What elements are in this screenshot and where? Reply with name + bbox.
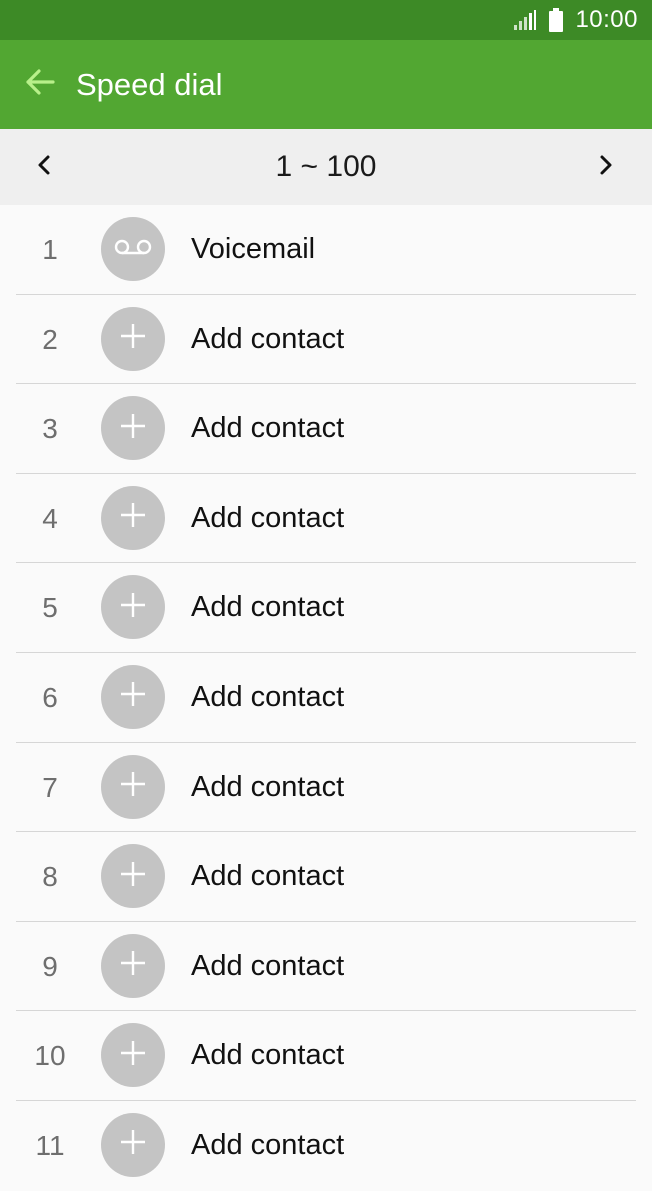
plus-icon bbox=[118, 859, 148, 894]
speed-dial-row-2[interactable]: 2 Add contact bbox=[0, 295, 652, 385]
range-label: 1 ~ 100 bbox=[275, 150, 377, 183]
previous-range-button[interactable] bbox=[24, 147, 64, 187]
plus-icon bbox=[118, 1127, 148, 1162]
range-navigator: 1 ~ 100 bbox=[0, 129, 652, 205]
status-indicators: 10:00 bbox=[513, 0, 638, 40]
speed-dial-row-10[interactable]: 10 Add contact bbox=[0, 1011, 652, 1101]
speed-dial-list: 1 Voicemail 2 Add contact 3 Add contact … bbox=[0, 205, 652, 1191]
status-time: 10:00 bbox=[575, 6, 638, 33]
voicemail-icon bbox=[113, 237, 153, 262]
speed-dial-number: 7 bbox=[42, 771, 58, 803]
plus-icon bbox=[118, 500, 148, 535]
speed-dial-label: Add contact bbox=[191, 322, 345, 355]
app-bar: Speed dial bbox=[0, 40, 652, 129]
status-bar: 10:00 bbox=[0, 0, 652, 40]
add-contact-avatar bbox=[101, 396, 165, 461]
speed-dial-number: 6 bbox=[42, 681, 58, 713]
speed-dial-label: Add contact bbox=[191, 770, 345, 803]
plus-icon bbox=[118, 590, 148, 625]
chevron-left-icon bbox=[36, 154, 52, 181]
add-contact-avatar bbox=[101, 306, 165, 371]
speed-dial-number: 1 bbox=[42, 234, 58, 265]
add-contact-avatar bbox=[101, 933, 165, 998]
speed-dial-row-1[interactable]: 1 Voicemail bbox=[0, 205, 652, 295]
add-contact-avatar bbox=[101, 1023, 165, 1088]
speed-dial-number: 4 bbox=[42, 502, 58, 534]
speed-dial-row-9[interactable]: 9 Add contact bbox=[0, 922, 652, 1012]
signal-icon bbox=[513, 9, 537, 31]
speed-dial-label: Add contact bbox=[191, 1039, 345, 1072]
speed-dial-number: 9 bbox=[42, 950, 58, 982]
speed-dial-row-6[interactable]: 6 Add contact bbox=[0, 653, 652, 743]
speed-dial-number: 5 bbox=[42, 592, 58, 624]
add-contact-avatar bbox=[101, 485, 165, 550]
speed-dial-label: Add contact bbox=[191, 1128, 345, 1161]
plus-icon bbox=[118, 411, 148, 446]
page-title: Speed dial bbox=[76, 66, 223, 102]
speed-dial-row-4[interactable]: 4 Add contact bbox=[0, 474, 652, 564]
speed-dial-number: 10 bbox=[34, 1040, 66, 1072]
speed-dial-label: Add contact bbox=[191, 501, 345, 534]
speed-dial-number: 2 bbox=[42, 323, 58, 355]
speed-dial-row-5[interactable]: 5 Add contact bbox=[0, 563, 652, 653]
add-contact-avatar bbox=[101, 844, 165, 909]
speed-dial-number: 3 bbox=[42, 413, 58, 445]
add-contact-avatar bbox=[101, 575, 165, 640]
add-contact-avatar bbox=[101, 1112, 165, 1177]
plus-icon bbox=[118, 1038, 148, 1073]
speed-dial-label: Voicemail bbox=[191, 233, 316, 265]
speed-dial-row-8[interactable]: 8 Add contact bbox=[0, 832, 652, 922]
speed-dial-label: Add contact bbox=[191, 412, 345, 445]
speed-dial-label: Add contact bbox=[191, 949, 345, 982]
battery-icon bbox=[549, 8, 564, 32]
voicemail-avatar bbox=[101, 217, 165, 281]
speed-dial-label: Add contact bbox=[191, 860, 345, 893]
add-contact-avatar bbox=[101, 754, 165, 819]
speed-dial-label: Add contact bbox=[191, 680, 345, 713]
plus-icon bbox=[118, 948, 148, 983]
speed-dial-number: 11 bbox=[35, 1129, 65, 1161]
speed-dial-label: Add contact bbox=[191, 591, 345, 624]
speed-dial-row-3[interactable]: 3 Add contact bbox=[0, 384, 652, 474]
chevron-right-icon bbox=[598, 154, 614, 181]
plus-icon bbox=[118, 769, 148, 804]
speed-dial-row-7[interactable]: 7 Add contact bbox=[0, 743, 652, 833]
back-arrow-icon bbox=[25, 69, 55, 100]
back-button[interactable] bbox=[20, 65, 60, 105]
speed-dial-row-11[interactable]: 11 Add contact bbox=[0, 1101, 652, 1191]
speed-dial-number: 8 bbox=[42, 861, 58, 893]
add-contact-avatar bbox=[101, 664, 165, 729]
plus-icon bbox=[118, 321, 148, 356]
next-range-button[interactable] bbox=[586, 147, 626, 187]
plus-icon bbox=[118, 679, 148, 714]
